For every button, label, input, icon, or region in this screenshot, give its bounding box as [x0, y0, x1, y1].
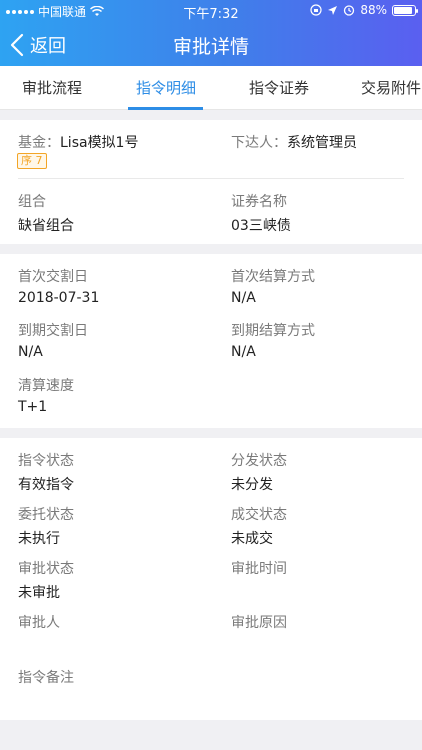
orientation-lock-icon: [310, 4, 322, 16]
portfolio-label: 组合: [18, 194, 46, 210]
clearing-speed-value: T+1: [18, 399, 48, 415]
security-value: 03三峡债: [231, 218, 291, 234]
tab-approval-flow[interactable]: 审批流程: [22, 66, 82, 110]
divider: [18, 178, 404, 179]
deal-status-label: 成交状态: [231, 507, 287, 523]
approval-reason-label: 审批原因: [231, 615, 287, 631]
deal-status-value: 未成交: [231, 531, 273, 547]
fund-label: 基金：: [18, 135, 60, 151]
dispatch-status-value: 未分发: [231, 477, 273, 493]
tab-order-details[interactable]: 指令明细: [136, 66, 196, 110]
status-bar: 中国联通 下午7:32 88%: [0, 0, 422, 22]
entrust-status-label: 委托状态: [18, 507, 74, 523]
maturity-delivery-label: 到期交割日: [18, 323, 88, 339]
order-remark-label: 指令备注: [18, 670, 74, 686]
tab-trade-attachments[interactable]: 交易附件: [361, 66, 421, 110]
header: 中国联通 下午7:32 88% 返回 审批详情: [0, 0, 422, 66]
battery-icon: [392, 4, 418, 16]
active-tab-indicator: [128, 107, 203, 110]
maturity-settle-value: N/A: [231, 344, 256, 360]
issuer-value: 系统管理员: [287, 135, 357, 151]
status-section: 指令状态 有效指令 分发状态 未分发 委托状态 未执行 成交状态 未成交 审批状…: [0, 438, 422, 720]
entrust-status-value: 未执行: [18, 531, 60, 547]
first-delivery-value: 2018-07-31: [18, 290, 100, 306]
fund-value: Lisa模拟1号: [60, 135, 139, 151]
fund-field: 基金：Lisa模拟1号: [18, 132, 138, 152]
clearing-speed-label: 清算速度: [18, 378, 74, 394]
security-label: 证券名称: [231, 194, 287, 210]
maturity-settle-label: 到期结算方式: [231, 323, 315, 339]
nav-bar: 返回 审批详情: [0, 22, 422, 66]
badge-number: 7: [35, 154, 43, 167]
badge-char: 序: [21, 154, 32, 167]
first-settle-value: N/A: [231, 290, 256, 306]
dispatch-status-label: 分发状态: [231, 453, 287, 469]
battery-percent: 88%: [360, 3, 387, 17]
order-status-value: 有效指令: [18, 477, 74, 493]
tab-order-securities[interactable]: 指令证券: [249, 66, 309, 110]
first-delivery-label: 首次交割日: [18, 269, 88, 285]
approver-label: 审批人: [18, 615, 60, 631]
approval-time-label: 审批时间: [231, 561, 287, 577]
first-settle-label: 首次结算方式: [231, 269, 315, 285]
summary-section: 基金：Lisa模拟1号 下达人：系统管理员 序 7 组合 缺省组合 证券名称 0…: [0, 120, 422, 244]
page-title: 审批详情: [172, 36, 249, 58]
alarm-icon: [344, 5, 355, 16]
order-status-label: 指令状态: [18, 453, 74, 469]
approval-status-label: 审批状态: [18, 561, 74, 577]
approval-status-value: 未审批: [18, 585, 60, 601]
issuer-label: 下达人：: [231, 135, 287, 151]
portfolio-value: 缺省组合: [18, 218, 74, 234]
location-icon: [328, 5, 338, 15]
tab-bar: 审批流程 指令明细 指令证券 交易附件: [0, 66, 422, 110]
issuer-field: 下达人：系统管理员: [231, 132, 357, 152]
sequence-badge: 序 7: [17, 153, 47, 169]
settlement-section: 首次交割日 2018-07-31 首次结算方式 N/A 到期交割日 N/A 到期…: [0, 254, 422, 428]
maturity-delivery-value: N/A: [18, 344, 43, 360]
